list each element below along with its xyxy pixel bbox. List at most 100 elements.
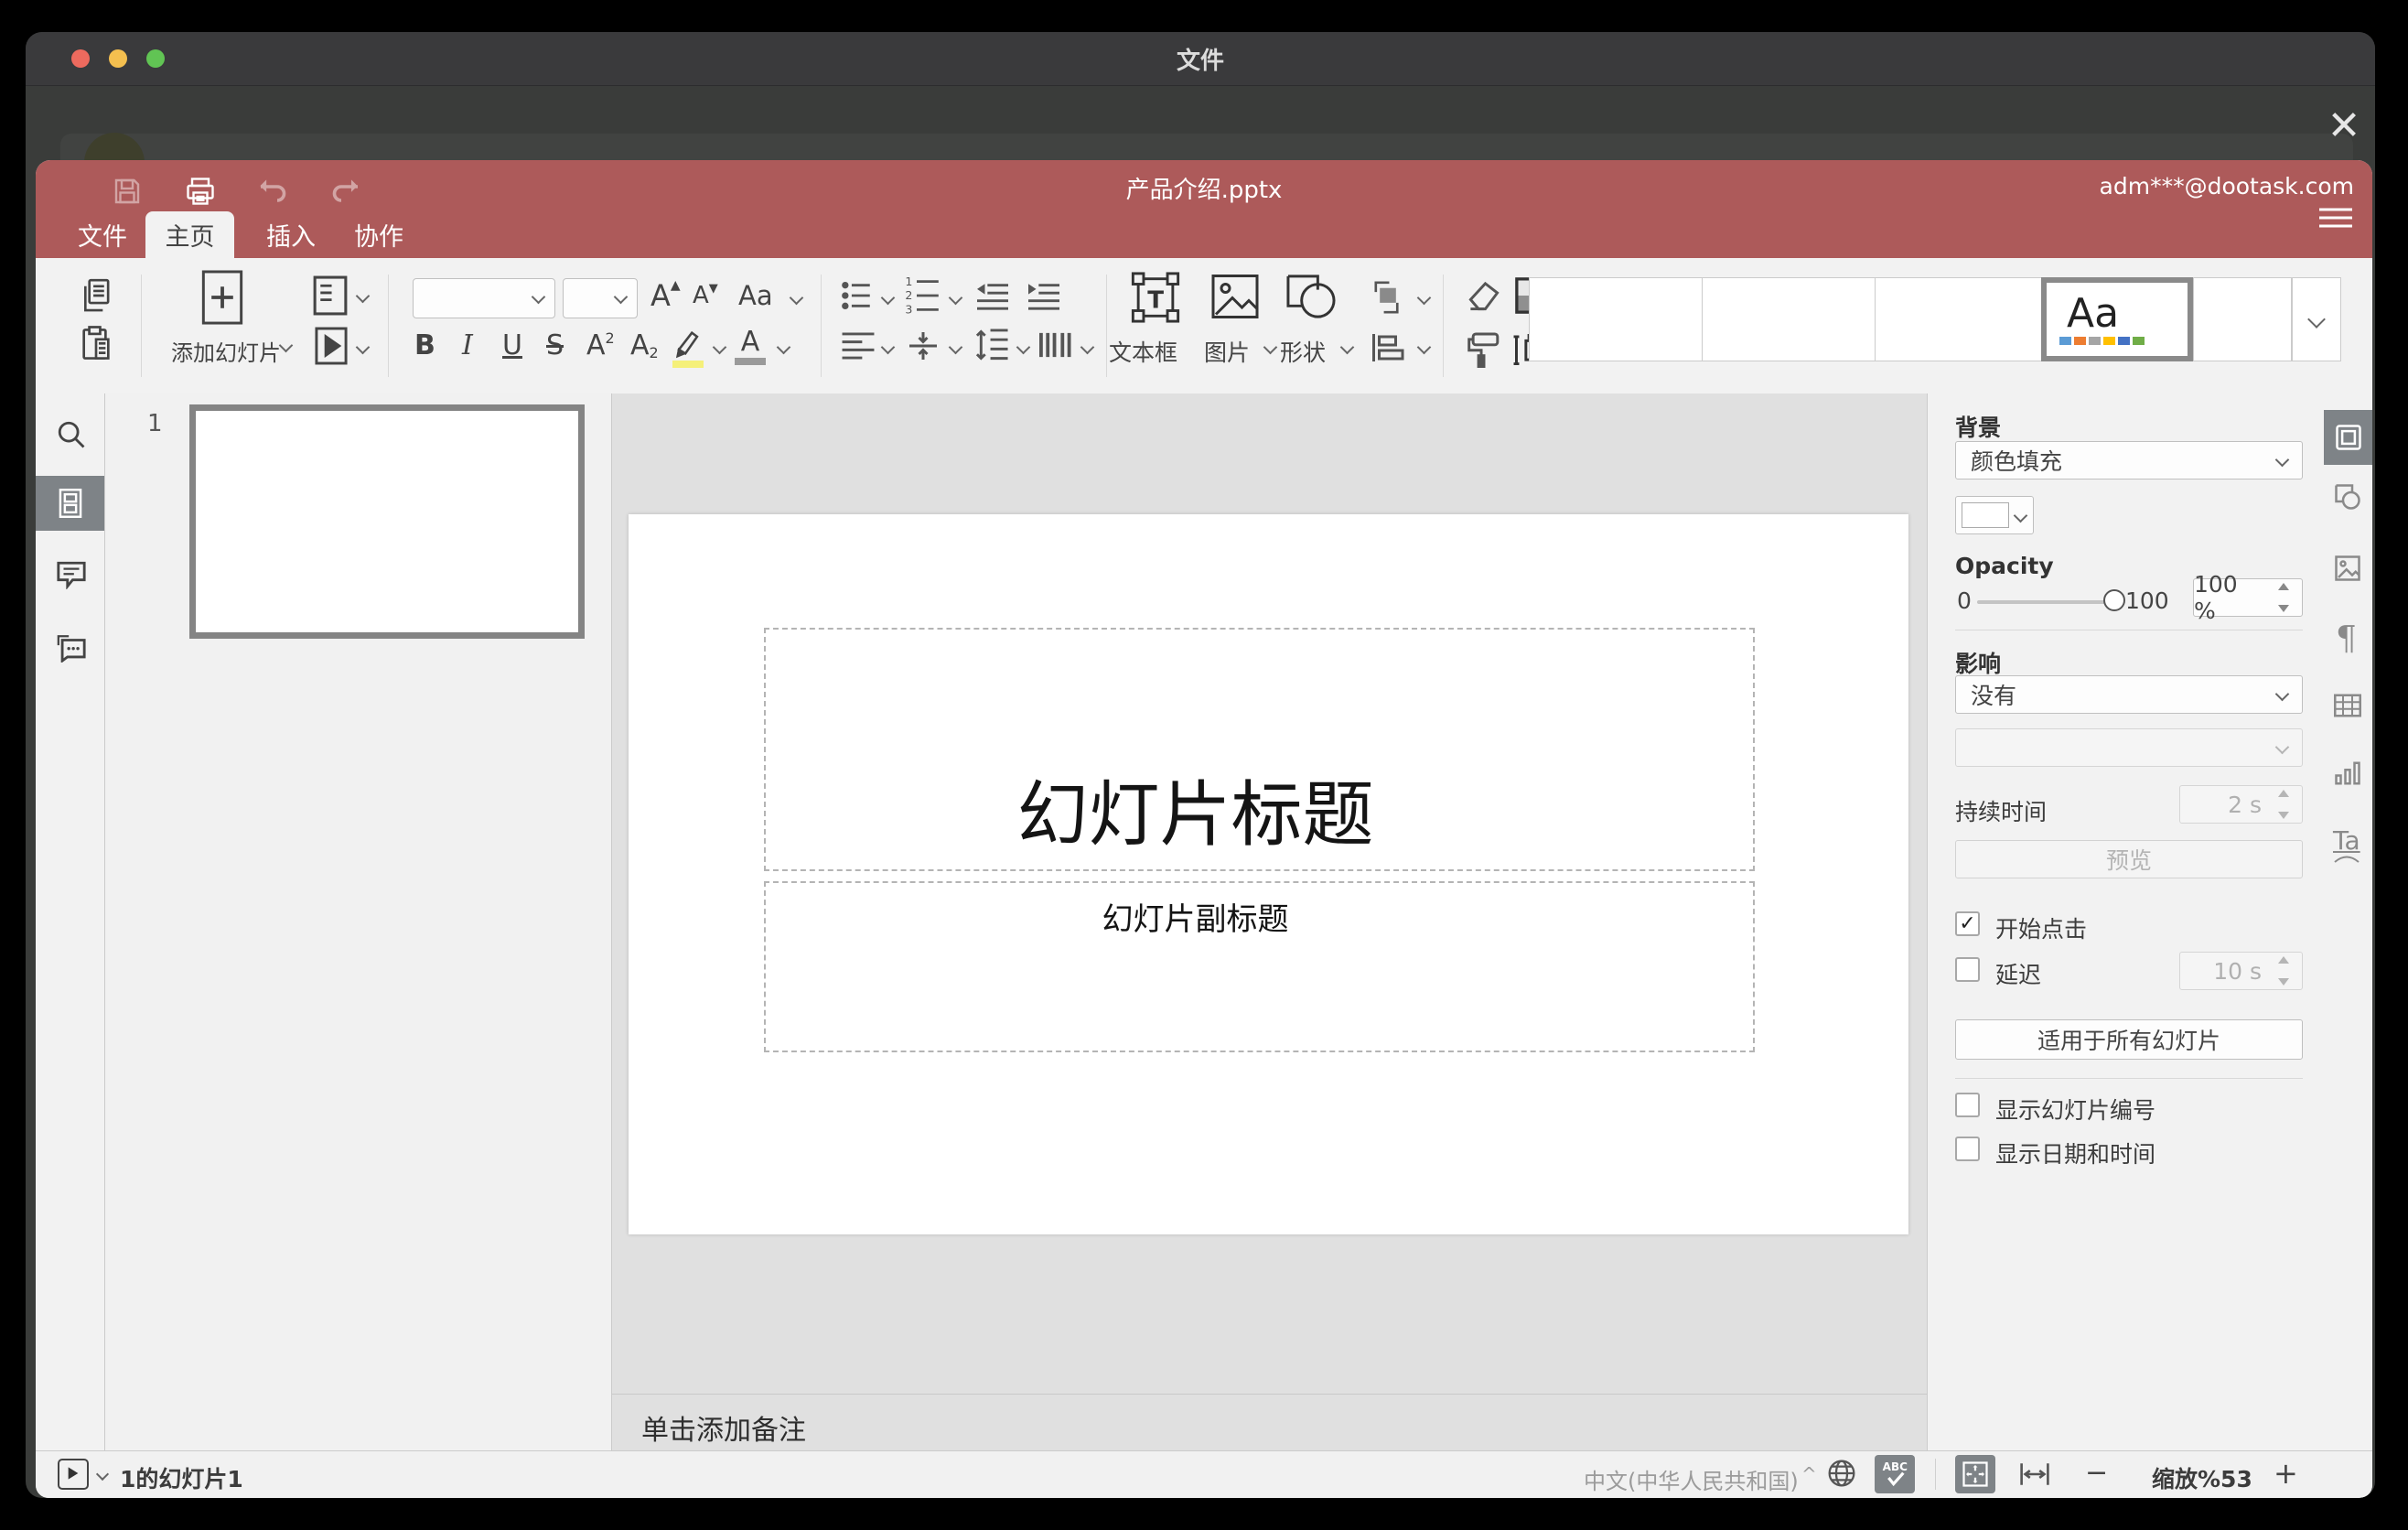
add-slide-icon[interactable] bbox=[200, 269, 244, 326]
align-shape-chevron-icon[interactable] bbox=[1416, 339, 1432, 355]
start-on-click-checkbox[interactable]: ✓ bbox=[1955, 911, 1980, 936]
shape-settings-icon[interactable] bbox=[2334, 483, 2361, 511]
opacity-slider-knob[interactable] bbox=[2103, 589, 2125, 611]
zoom-out-button[interactable]: − bbox=[2085, 1457, 2108, 1489]
increase-indent-icon[interactable] bbox=[1026, 280, 1062, 311]
vertical-align-chevron-icon[interactable] bbox=[948, 339, 963, 355]
hamburger-menu-icon[interactable] bbox=[2317, 204, 2354, 232]
slide-settings-icon[interactable] bbox=[2324, 410, 2372, 465]
sidebar-item-slides[interactable] bbox=[36, 476, 104, 531]
opacity-spinner[interactable]: 100 % bbox=[2193, 571, 2303, 624]
preview-button[interactable]: 预览 bbox=[1955, 840, 2303, 878]
tab-file[interactable]: 文件 bbox=[56, 211, 149, 258]
highlight-color-icon[interactable] bbox=[672, 328, 704, 368]
opacity-slider-track[interactable] bbox=[1977, 600, 2116, 604]
font-color-chevron-icon[interactable] bbox=[776, 339, 791, 355]
change-case-button[interactable]: Aa bbox=[738, 280, 773, 311]
arrange-chevron-icon[interactable] bbox=[1416, 290, 1432, 306]
document-language-globe-icon[interactable] bbox=[1827, 1459, 1856, 1488]
delay-checkbox[interactable] bbox=[1955, 957, 1980, 982]
font-color-icon[interactable]: A bbox=[735, 326, 766, 365]
add-slide-chevron-icon[interactable] bbox=[278, 338, 294, 353]
language-indicator[interactable]: 中文(中华人民共和国) bbox=[1584, 1463, 1799, 1495]
font-size-combobox[interactable] bbox=[563, 278, 638, 318]
theme-gallery-expand-button[interactable] bbox=[2292, 277, 2341, 361]
bullet-list-icon[interactable] bbox=[841, 280, 876, 311]
delay-spinner[interactable]: 10 s bbox=[2179, 952, 2303, 990]
strikethrough-button[interactable]: S bbox=[546, 329, 564, 361]
align-shape-icon[interactable] bbox=[1370, 331, 1408, 364]
font-name-combobox[interactable] bbox=[413, 278, 555, 318]
add-slide-label[interactable]: 添加幻灯片 bbox=[171, 335, 281, 367]
decrease-font-size-button[interactable]: A▼ bbox=[693, 282, 718, 309]
paste-icon[interactable] bbox=[80, 326, 113, 362]
title-placeholder[interactable]: 幻灯片标题 bbox=[764, 628, 1755, 871]
numbered-list-icon[interactable]: 123 bbox=[905, 276, 941, 315]
notes-placeholder[interactable]: 单击添加备注 bbox=[641, 1407, 806, 1448]
shape-icon[interactable] bbox=[1285, 273, 1337, 320]
slide-thumbnail[interactable] bbox=[189, 404, 585, 639]
language-caret-icon[interactable]: ^ bbox=[1801, 1463, 1817, 1485]
horizontal-align-chevron-icon[interactable] bbox=[880, 339, 896, 355]
superscript-button[interactable]: A2 bbox=[586, 329, 615, 361]
arrange-shape-icon[interactable] bbox=[1368, 278, 1408, 317]
text-art-settings-icon[interactable]: Ta bbox=[2333, 825, 2360, 863]
apply-to-all-slides-button[interactable]: 适用于所有幻灯片 bbox=[1955, 1019, 2303, 1060]
start-slideshow-status-icon[interactable] bbox=[58, 1459, 89, 1490]
increase-font-size-button[interactable]: A▲ bbox=[650, 278, 681, 313]
image-settings-icon[interactable] bbox=[2334, 555, 2361, 582]
vertical-align-icon[interactable] bbox=[907, 329, 940, 362]
slide-layout-chevron-icon[interactable] bbox=[355, 288, 371, 304]
text-box-icon[interactable]: T bbox=[1130, 271, 1181, 324]
columns-icon[interactable] bbox=[1038, 329, 1073, 361]
line-spacing-icon[interactable] bbox=[974, 328, 1009, 362]
copy-icon[interactable] bbox=[80, 278, 113, 313]
underline-button[interactable]: U bbox=[502, 329, 522, 361]
text-box-label[interactable]: 文本框 bbox=[1109, 335, 1177, 368]
theme-slot-2[interactable] bbox=[1702, 277, 1876, 361]
shape-label[interactable]: 形状 bbox=[1280, 335, 1326, 368]
bold-button[interactable]: B bbox=[414, 329, 435, 361]
decrease-indent-icon[interactable] bbox=[974, 280, 1011, 311]
italic-button[interactable]: I bbox=[462, 329, 473, 361]
table-settings-icon[interactable] bbox=[2334, 694, 2361, 717]
theme-slot-5[interactable] bbox=[2193, 277, 2292, 361]
effect-option-select[interactable] bbox=[1955, 728, 2303, 767]
change-case-chevron-icon[interactable] bbox=[789, 290, 804, 306]
slide-page[interactable]: 幻灯片标题 幻灯片副标题 bbox=[629, 514, 1908, 1234]
start-slideshow-icon[interactable] bbox=[314, 326, 349, 366]
theme-slot-1[interactable] bbox=[1529, 277, 1703, 361]
slide-layout-icon[interactable] bbox=[312, 275, 349, 317]
slideshow-chevron-icon[interactable] bbox=[355, 339, 371, 355]
image-label[interactable]: 图片 bbox=[1204, 335, 1250, 368]
show-date-time-checkbox[interactable] bbox=[1955, 1137, 1980, 1161]
duration-spinner[interactable]: 2 s bbox=[2179, 785, 2303, 824]
fit-to-slide-icon[interactable] bbox=[1955, 1455, 1995, 1493]
show-slide-number-checkbox[interactable] bbox=[1955, 1093, 1980, 1117]
spell-check-icon[interactable]: ABC bbox=[1875, 1455, 1915, 1493]
theme-slot-3[interactable] bbox=[1875, 277, 2047, 361]
chat-icon[interactable] bbox=[56, 633, 87, 663]
copy-style-icon[interactable] bbox=[1465, 331, 1503, 368]
close-icon[interactable]: ✕ bbox=[2317, 98, 2371, 153]
subscript-button[interactable]: A2 bbox=[630, 329, 659, 361]
bullet-list-chevron-icon[interactable] bbox=[880, 290, 896, 306]
tab-collaboration[interactable]: 协作 bbox=[332, 211, 425, 258]
subtitle-placeholder[interactable]: 幻灯片副标题 bbox=[764, 881, 1755, 1052]
chart-settings-icon[interactable] bbox=[2334, 760, 2361, 787]
line-spacing-chevron-icon[interactable] bbox=[1016, 339, 1031, 355]
tab-home[interactable]: 主页 bbox=[145, 211, 234, 258]
shape-chevron-icon[interactable] bbox=[1339, 339, 1355, 355]
horizontal-align-icon[interactable] bbox=[841, 331, 876, 361]
columns-chevron-icon[interactable] bbox=[1080, 339, 1095, 355]
fit-to-width-icon[interactable] bbox=[2019, 1460, 2050, 1488]
highlight-chevron-icon[interactable] bbox=[712, 339, 727, 355]
image-icon[interactable] bbox=[1210, 273, 1260, 320]
paragraph-settings-icon[interactable]: ¶ bbox=[2336, 620, 2357, 658]
zoom-in-button[interactable]: + bbox=[2274, 1456, 2298, 1491]
search-icon[interactable] bbox=[56, 419, 87, 450]
tab-insert[interactable]: 插入 bbox=[244, 211, 338, 258]
effect-select[interactable]: 没有 bbox=[1955, 675, 2303, 714]
slideshow-mode-chevron-icon[interactable] bbox=[95, 1467, 110, 1482]
numbered-list-chevron-icon[interactable] bbox=[948, 290, 963, 306]
